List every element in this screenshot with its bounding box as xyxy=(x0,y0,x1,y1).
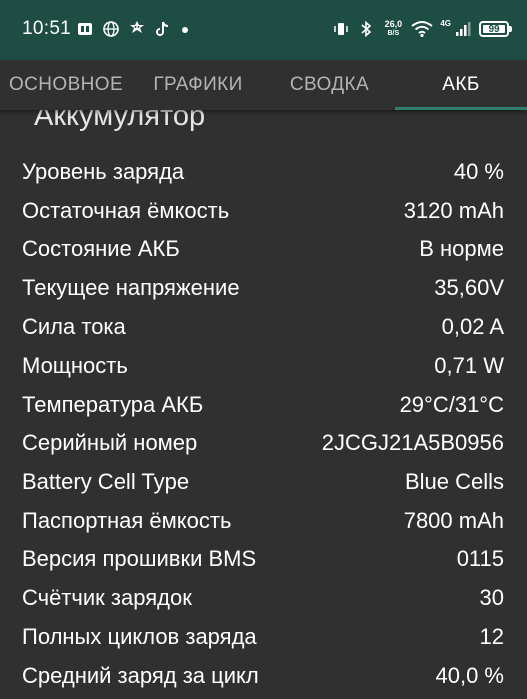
info-row-cell-type: Battery Cell Type Blue Cells xyxy=(0,461,527,500)
row-value: 40 % xyxy=(453,159,504,184)
row-value: 2JCGJ21A5B0956 xyxy=(321,430,504,455)
info-row-power: Мощность 0,71 W xyxy=(0,345,527,384)
info-row-battery-status: Состояние АКБ В норме xyxy=(0,228,527,267)
globe-icon xyxy=(102,20,120,38)
row-value: 0,71 W xyxy=(434,353,504,378)
notification-dot-icon xyxy=(180,20,190,38)
row-label: Battery Cell Type xyxy=(22,469,190,494)
info-row-temperature: Температура АКБ 29°C/31°C xyxy=(0,384,527,423)
battery-percent: 99 xyxy=(488,23,500,35)
status-bar: 10:51 26,0 B/S 4G 99 xyxy=(0,0,527,60)
battery-icon: 99 xyxy=(479,21,512,37)
status-time: 10:51 xyxy=(22,18,72,39)
active-tab-indicator xyxy=(395,107,527,110)
tab-summary[interactable]: СВОДКА xyxy=(264,60,395,110)
info-row-full-cycles: Полных циклов заряда 12 xyxy=(0,616,527,655)
row-value: 0,02 A xyxy=(441,314,504,339)
row-label: Счётчик зарядок xyxy=(22,585,192,610)
info-row-current: Сила тока 0,02 A xyxy=(0,306,527,345)
wifi-icon xyxy=(411,20,433,38)
row-label: Состояние АКБ xyxy=(22,236,180,261)
info-row-charge-level: Уровень заряда 40 % xyxy=(0,151,527,190)
bluetooth-icon xyxy=(357,20,375,38)
tab-battery[interactable]: АКБ xyxy=(395,60,527,110)
row-label: Версия прошивки BMS xyxy=(22,546,257,571)
row-label: Уровень заряда xyxy=(22,159,185,184)
row-value: 3120 mAh xyxy=(403,198,504,223)
network-speed: 26,0 B/S xyxy=(384,19,403,38)
vibrate-icon xyxy=(332,20,350,38)
signal-icon xyxy=(454,20,472,38)
row-label: Сила тока xyxy=(22,314,126,339)
row-value: 12 xyxy=(479,624,504,649)
row-label: Остаточная ёмкость xyxy=(22,198,230,223)
tiktok-icon xyxy=(154,20,172,38)
tab-charts[interactable]: ГРАФИКИ xyxy=(132,60,264,110)
row-value: 7800 mAh xyxy=(403,508,504,533)
row-value: 35,60V xyxy=(434,275,504,300)
info-row-remaining-capacity: Остаточная ёмкость 3120 mAh xyxy=(0,190,527,229)
row-label: Текущее напряжение xyxy=(22,275,240,300)
row-label: Средний заряд за цикл xyxy=(22,663,259,688)
row-label: Мощность xyxy=(22,353,128,378)
battery-details-panel[interactable]: Аккумулятор Уровень заряда 40 % Остаточн… xyxy=(0,110,527,699)
tab-bar: ОСНОВНОЕ ГРАФИКИ СВОДКА АКБ xyxy=(0,60,527,110)
info-row-serial-number: Серийный номер 2JCGJ21A5B0956 xyxy=(0,422,527,461)
network-type-label: 4G xyxy=(440,18,451,28)
info-row-charge-counter: Счётчик зарядок 30 xyxy=(0,577,527,616)
info-row-voltage: Текущее напряжение 35,60V xyxy=(0,267,527,306)
row-label: Температура АКБ xyxy=(22,392,204,417)
row-value: 40,0 % xyxy=(435,663,505,688)
row-label: Полных циклов заряда xyxy=(22,624,257,649)
row-value: Blue Cells xyxy=(404,469,504,494)
system-icons: 26,0 B/S 4G 99 xyxy=(332,16,512,42)
section-title: Аккумулятор xyxy=(34,110,206,132)
info-row-rated-capacity: Паспортная ёмкость 7800 mAh xyxy=(0,500,527,539)
tab-main[interactable]: ОСНОВНОЕ xyxy=(0,60,132,110)
sim-toolkit-icon xyxy=(76,20,94,38)
row-value: 0115 xyxy=(456,546,504,571)
row-value: 29°C/31°C xyxy=(399,392,504,417)
row-label: Паспортная ёмкость xyxy=(22,508,232,533)
row-label: Серийный номер xyxy=(22,430,198,455)
info-row-avg-charge-per-cycle: Средний заряд за цикл 40,0 % xyxy=(0,655,527,694)
row-value: В норме xyxy=(419,236,504,261)
notification-icons xyxy=(76,18,190,40)
robot-icon xyxy=(128,20,146,38)
row-value: 30 xyxy=(479,585,504,610)
info-row-bms-firmware: Версия прошивки BMS 0115 xyxy=(0,538,527,577)
